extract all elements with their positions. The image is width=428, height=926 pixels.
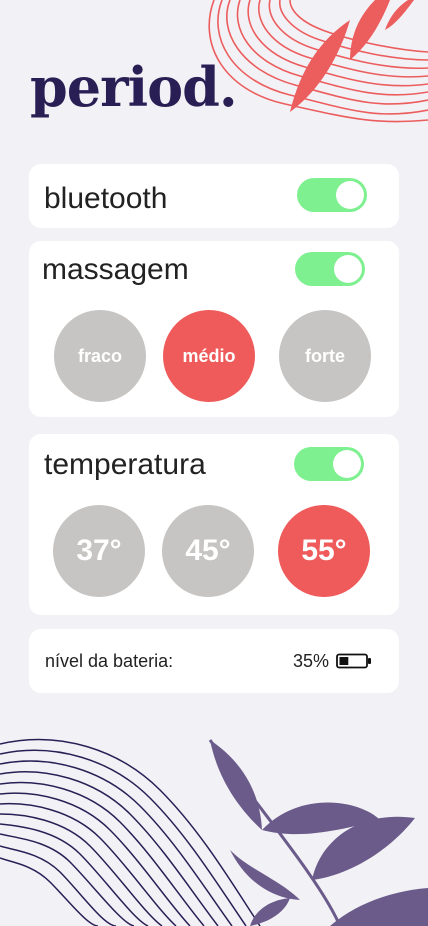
massage-level-forte[interactable]: forte bbox=[279, 310, 371, 402]
bluetooth-label: bluetooth bbox=[44, 182, 168, 215]
decorative-waves-bottom bbox=[0, 738, 428, 926]
temperature-card: temperatura 37° 45° 55° bbox=[29, 434, 399, 615]
massage-card: massagem fraco médio forte bbox=[29, 241, 399, 417]
app-logo: period. bbox=[30, 55, 238, 119]
toggle-knob bbox=[334, 255, 362, 283]
bluetooth-card: bluetooth bbox=[29, 164, 399, 228]
bluetooth-toggle[interactable] bbox=[297, 178, 367, 212]
battery-icon bbox=[336, 653, 371, 669]
temperature-level-45[interactable]: 45° bbox=[162, 505, 254, 597]
toggle-knob bbox=[333, 450, 361, 478]
massage-level-fraco[interactable]: fraco bbox=[54, 310, 146, 402]
massage-toggle[interactable] bbox=[295, 252, 365, 286]
massage-label: massagem bbox=[42, 253, 189, 286]
temperature-toggle[interactable] bbox=[294, 447, 364, 481]
temperature-level-37[interactable]: 37° bbox=[53, 505, 145, 597]
temperature-label: temperatura bbox=[44, 448, 206, 481]
temperature-level-55[interactable]: 55° bbox=[278, 505, 370, 597]
toggle-knob bbox=[336, 181, 364, 209]
battery-percentage: 35% bbox=[293, 651, 330, 671]
battery-card: nível da bateria: 35% bbox=[29, 629, 399, 693]
battery-label: nível da bateria: bbox=[45, 651, 174, 671]
massage-level-medio[interactable]: médio bbox=[163, 310, 255, 402]
